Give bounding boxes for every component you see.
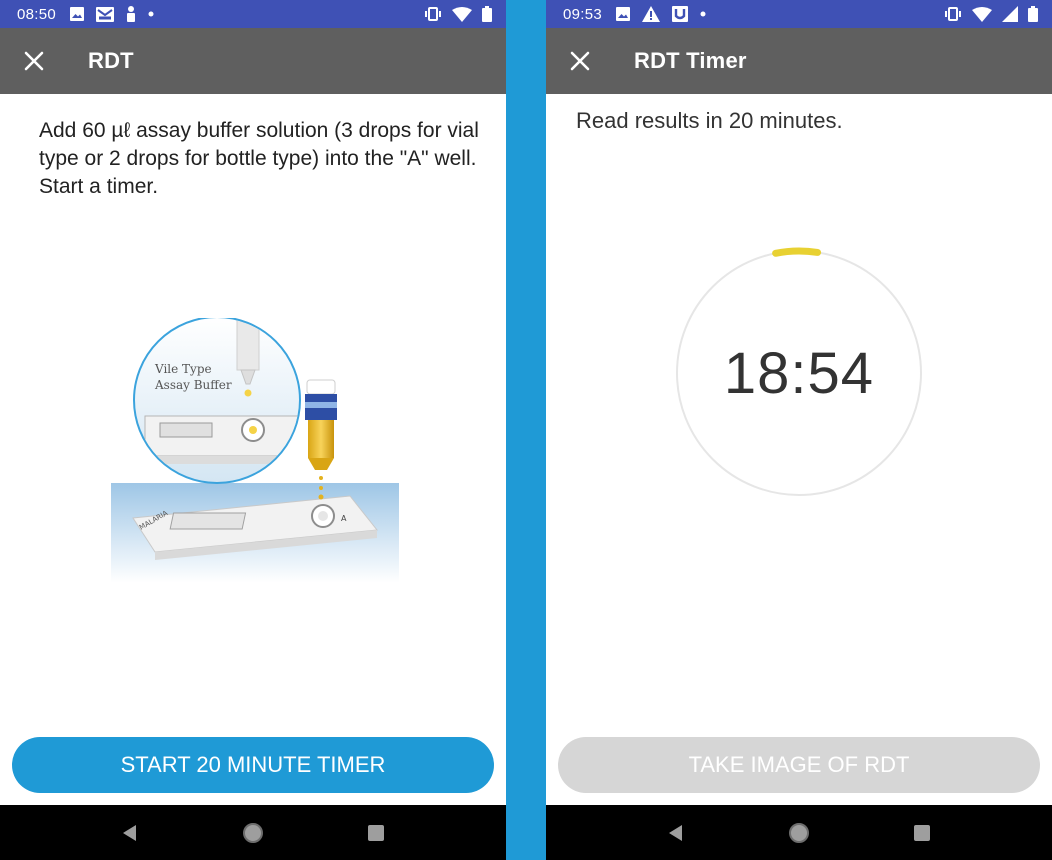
instruction-step: Add 60 µℓ assay buffer solution (3 drops… <box>39 119 479 170</box>
read-results-text: Read results in 20 minutes. <box>576 108 843 133</box>
home-button[interactable] <box>779 813 819 853</box>
home-button[interactable] <box>233 813 273 853</box>
person-icon <box>127 6 136 22</box>
image-icon <box>616 7 631 21</box>
home-circle-icon <box>242 822 263 843</box>
buffer-bottle <box>305 379 337 500</box>
status-time: 09:53 <box>563 5 603 23</box>
zoom-inset: Vile Type Assay Buffer <box>133 318 301 484</box>
rdt-buffer-illustration: MALARIA A Vile Type Assay Buffer <box>111 318 399 583</box>
vibrate-icon <box>425 7 441 21</box>
left-phone-screen: 08:50 RDT Add 60 µℓ assay buffer solutio… <box>0 0 506 860</box>
dot-icon <box>148 11 154 17</box>
status-time: 08:50 <box>17 5 57 23</box>
app-bar: RDT <box>0 28 506 94</box>
countdown-timer: 18:54 <box>671 245 927 501</box>
back-triangle-icon <box>122 824 136 841</box>
back-button[interactable] <box>656 813 696 853</box>
timer-display: 18:54 <box>723 340 875 406</box>
take-image-button[interactable]: TAKE IMAGE OF RDT <box>558 737 1040 793</box>
battery-icon <box>482 6 492 22</box>
recents-button[interactable] <box>356 813 396 853</box>
navigation-bar <box>546 805 1052 860</box>
mail-icon <box>96 6 115 22</box>
close-button[interactable] <box>0 28 68 94</box>
warning-icon <box>642 6 661 22</box>
page-title: RDT Timer <box>634 48 747 73</box>
back-triangle-icon <box>668 824 682 841</box>
right-phone-screen: 09:53 RDT Timer Read results in 20 minut… <box>546 0 1052 860</box>
status-bar: 08:50 <box>0 0 506 28</box>
wifi-icon <box>452 6 472 22</box>
u-app-icon <box>672 6 689 22</box>
back-button[interactable] <box>110 813 150 853</box>
zoom-label-line1: Vile Type <box>154 362 212 376</box>
recents-square-icon <box>914 824 931 841</box>
vibrate-icon <box>945 7 961 21</box>
close-button[interactable] <box>546 28 614 94</box>
instruction-start-timer: Start a timer. <box>39 175 159 198</box>
battery-icon <box>1028 6 1038 22</box>
image-icon <box>70 7 85 21</box>
wifi-icon <box>972 6 992 22</box>
well-label: A <box>341 514 347 523</box>
dot-icon <box>700 11 706 17</box>
close-icon <box>570 51 590 71</box>
navigation-bar <box>0 805 506 860</box>
close-icon <box>24 51 44 71</box>
signal-icon <box>1002 6 1018 22</box>
start-timer-button[interactable]: START 20 MINUTE TIMER <box>12 737 494 793</box>
recents-square-icon <box>368 824 385 841</box>
home-circle-icon <box>788 822 809 843</box>
recents-button[interactable] <box>902 813 942 853</box>
app-bar: RDT Timer <box>546 28 1052 94</box>
page-title: RDT <box>88 48 134 73</box>
status-bar: 09:53 <box>546 0 1052 28</box>
instruction-text: Add 60 µℓ assay buffer solution (3 drops… <box>39 117 489 201</box>
zoom-label-line2: Assay Buffer <box>154 378 232 392</box>
